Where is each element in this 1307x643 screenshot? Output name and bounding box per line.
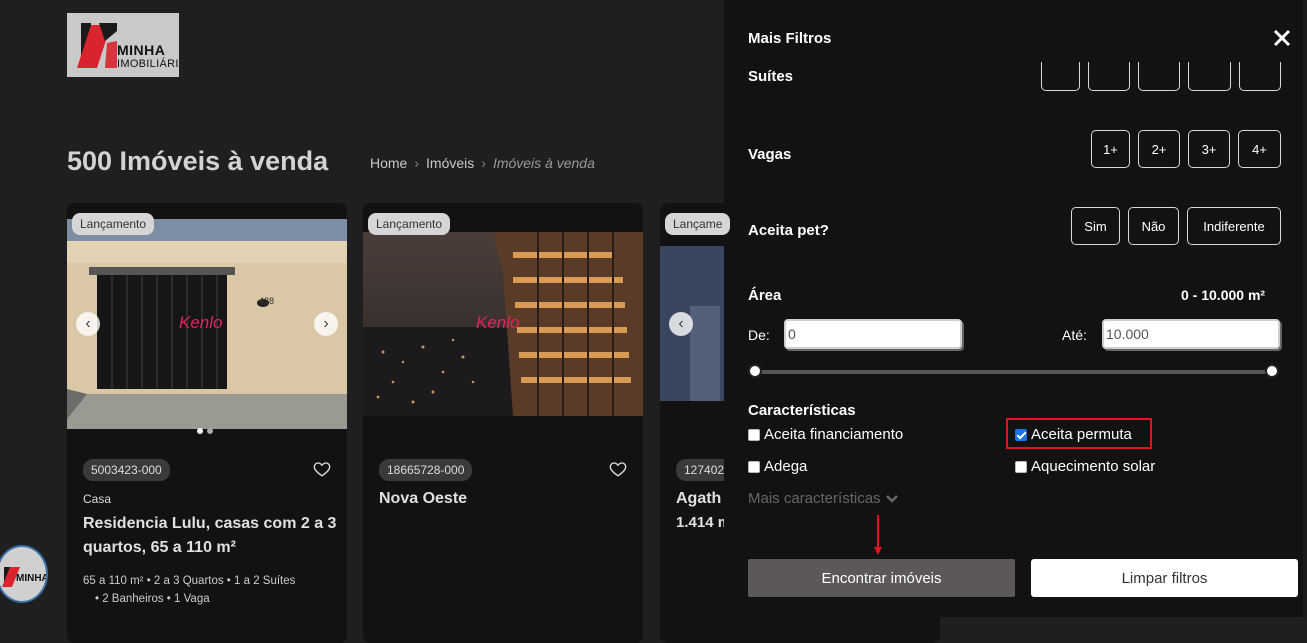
avatar-text: MINHA xyxy=(16,573,48,584)
property-area: 1.414 m xyxy=(676,514,732,531)
pet-no-button[interactable]: Não xyxy=(1128,207,1179,245)
property-type: Casa xyxy=(83,492,112,506)
feature-checkbox-permuta[interactable]: Aceita permuta xyxy=(1015,426,1132,443)
site-logo[interactable]: MINHA IMOBILIÁRIA xyxy=(67,13,179,77)
scrollbar[interactable] xyxy=(1303,0,1307,617)
property-code: 18665728-000 xyxy=(379,459,473,481)
feature-checkbox-financiamento[interactable]: Aceita financiamento xyxy=(748,426,903,443)
checkbox[interactable] xyxy=(1015,460,1027,473)
breadcrumb-current: Imóveis à venda xyxy=(492,155,595,171)
launch-badge: Lançame xyxy=(665,213,731,235)
carousel-dots[interactable] xyxy=(197,428,213,434)
clear-filters-button[interactable]: Limpar filtros xyxy=(1031,559,1298,597)
area-label: Área xyxy=(748,287,782,304)
checkbox[interactable] xyxy=(748,460,760,473)
find-properties-button[interactable]: Encontrar imóveis xyxy=(748,559,1015,597)
kenlo-watermark: Kenlo xyxy=(179,313,223,332)
pet-label: Aceita pet? xyxy=(748,222,829,239)
suites-option-button[interactable] xyxy=(1188,62,1231,91)
suites-option-button[interactable] xyxy=(1138,62,1180,91)
close-icon[interactable] xyxy=(1272,28,1292,48)
arrow-down-annotation-icon xyxy=(874,515,882,555)
pet-yes-button[interactable]: Sim xyxy=(1071,207,1120,245)
property-name-line2[interactable]: quartos, 65 a 110 m² xyxy=(83,536,236,560)
suites-label: Suítes xyxy=(748,68,794,85)
vagas-label: Vagas xyxy=(748,146,792,163)
checkbox-label: Aquecimento solar xyxy=(1031,458,1156,475)
area-slider-max-handle[interactable] xyxy=(1265,364,1279,378)
carousel-dot[interactable] xyxy=(197,428,203,434)
kenlo-watermark: Kenlo xyxy=(476,313,520,332)
launch-badge: Lançamento xyxy=(368,213,451,235)
logo-text-secondary: IMOBILIÁRIA xyxy=(117,58,179,70)
panel-title: Mais Filtros xyxy=(748,30,832,47)
area-to-input[interactable] xyxy=(1102,319,1280,349)
area-from-input[interactable] xyxy=(784,319,962,349)
property-card[interactable]: 428 Lançamento Kenlo ‹ › 5003423-000 Cas… xyxy=(67,203,347,643)
area-slider-track[interactable] xyxy=(755,370,1272,374)
features-section-title: Características xyxy=(748,402,856,419)
breadcrumb: Home › Imóveis › Imóveis à venda xyxy=(370,155,595,171)
more-features-link[interactable]: Mais características xyxy=(748,490,899,507)
area-from-label: De: xyxy=(748,327,770,343)
vagas-option-4-button[interactable]: 4+ xyxy=(1238,130,1281,168)
breadcrumb-imoveis[interactable]: Imóveis xyxy=(426,155,474,171)
breadcrumb-separator: › xyxy=(414,155,420,171)
house-number: 428 xyxy=(259,296,275,306)
heart-icon[interactable] xyxy=(609,460,627,478)
property-features-line2: • 2 Banheiros • 1 Vaga xyxy=(95,593,210,605)
feature-checkbox-aquecimento-solar[interactable]: Aquecimento solar xyxy=(1015,458,1155,475)
property-name[interactable]: Agath xyxy=(676,487,721,511)
property-card[interactable]: Lançamento Kenlo 18665728-000 Nova Oeste xyxy=(363,203,643,643)
logo-text-primary: MINHA xyxy=(117,42,166,58)
property-features: 65 a 110 m² • 2 a 3 Quartos • 1 a 2 Suít… xyxy=(83,575,296,587)
vagas-option-1-button[interactable]: 1+ xyxy=(1091,130,1130,168)
vagas-option-3-button[interactable]: 3+ xyxy=(1188,130,1230,168)
launch-badge: Lançamento xyxy=(72,213,155,235)
breadcrumb-separator: › xyxy=(481,155,486,171)
chevron-down-icon xyxy=(885,494,898,503)
area-to-label: Até: xyxy=(1062,327,1087,343)
checkbox-label: Adega xyxy=(764,458,808,475)
property-name[interactable]: Nova Oeste xyxy=(379,487,467,511)
carousel-prev-button[interactable]: ‹ xyxy=(76,312,100,336)
vagas-option-2-button[interactable]: 2+ xyxy=(1138,130,1180,168)
carousel-next-button[interactable]: › xyxy=(314,312,338,336)
more-features-label: Mais características xyxy=(748,490,881,507)
heart-icon[interactable] xyxy=(313,460,331,478)
area-range-value: 0 - 10.000 m² xyxy=(1181,287,1266,303)
breadcrumb-home[interactable]: Home xyxy=(370,155,407,171)
suites-option-button[interactable] xyxy=(1239,62,1281,91)
feature-checkbox-adega[interactable]: Adega xyxy=(748,458,807,475)
property-code: 5003423-000 xyxy=(83,459,170,481)
pet-indifferent-button[interactable]: Indiferente xyxy=(1187,207,1281,245)
page-title: 500 Imóveis à venda xyxy=(67,146,329,176)
carousel-dot[interactable] xyxy=(207,428,213,434)
filters-panel: Mais Filtros Suítes Vagas 1+ 2+ 3+ 4+ Ac… xyxy=(724,0,1307,617)
property-name[interactable]: Residencia Lulu, casas com 2 a 3 xyxy=(83,512,336,536)
checkbox-checked[interactable] xyxy=(1015,428,1027,441)
suites-option-button[interactable] xyxy=(1041,62,1080,91)
checkbox-label: Aceita financiamento xyxy=(764,426,904,443)
suites-option-button[interactable] xyxy=(1088,62,1130,91)
checkbox-label: Aceita permuta xyxy=(1031,426,1132,443)
carousel-prev-button[interactable]: ‹ xyxy=(669,312,693,336)
area-slider-min-handle[interactable] xyxy=(748,364,762,378)
checkbox[interactable] xyxy=(748,428,760,441)
chat-avatar-button[interactable]: MINHA xyxy=(0,545,48,603)
